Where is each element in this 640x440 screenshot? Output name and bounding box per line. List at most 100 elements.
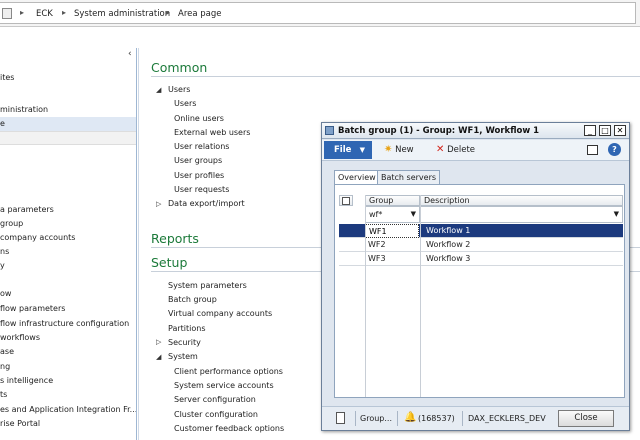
group-system[interactable]: System (168, 352, 198, 361)
collapse-pane-icon[interactable]: ‹ (128, 49, 132, 59)
file-menu-button[interactable]: File ▼ (324, 141, 372, 159)
status-bar: Group... 🔔 (168537) DAX_ECKLERS_DEV Clos… (322, 406, 629, 430)
nav-item[interactable]: ts (0, 388, 136, 402)
expanded-triangle-icon[interactable]: ◢ (156, 86, 161, 94)
table-row[interactable]: WF3 Workflow 3 (339, 252, 623, 266)
new-label: New (395, 145, 414, 155)
tab-batch-servers[interactable]: Batch servers (377, 170, 441, 184)
link-virtual-company-accounts[interactable]: Virtual company accounts (168, 309, 272, 318)
link-user-relations[interactable]: User relations (174, 142, 229, 151)
nav-separator (0, 131, 136, 145)
nav-item[interactable]: y (0, 259, 136, 273)
nav-item[interactable] (0, 273, 136, 287)
nav-item[interactable]: flow infrastructure configuration (0, 317, 136, 331)
dialog-title-bar[interactable]: Batch group (1) - Group: WF1, Workflow 1… (322, 123, 629, 139)
nav-item[interactable]: ites (0, 71, 136, 85)
status-divider (397, 411, 398, 426)
file-label: File (334, 145, 352, 155)
new-button[interactable]: ✷ New (384, 144, 414, 155)
form-icon (325, 126, 334, 135)
table-row[interactable]: WF1 Workflow 1 (339, 224, 623, 238)
group-data-export-import[interactable]: Data export/import (168, 199, 245, 208)
breadcrumb-item[interactable]: ECK (36, 9, 53, 19)
nav-item[interactable]: ase (0, 345, 136, 359)
group-security[interactable]: Security (168, 338, 201, 347)
overview-panel: Group Description wf* ▼ ▼ WF1 Workflow 1… (334, 184, 625, 398)
cell-description[interactable]: Workflow 2 (420, 238, 623, 252)
expanded-triangle-icon[interactable]: ◢ (156, 353, 161, 361)
tab-overview[interactable]: Overview (334, 170, 380, 185)
link-users[interactable]: Users (174, 99, 196, 108)
minimize-icon[interactable]: _ (584, 125, 596, 136)
status-divider (462, 411, 463, 426)
nav-item[interactable]: group (0, 217, 136, 231)
link-client-performance-options[interactable]: Client performance options (174, 367, 283, 376)
close-button[interactable]: Close (558, 410, 614, 427)
table-row[interactable]: WF2 Workflow 2 (339, 238, 623, 252)
cell-description[interactable]: Workflow 1 (420, 224, 623, 238)
nav-item[interactable]: es and Application Integration Fr... (0, 403, 136, 417)
cell-group[interactable]: WF3 (365, 252, 419, 266)
nav-item-selected[interactable]: e (0, 117, 136, 131)
bell-icon[interactable]: 🔔 (404, 412, 416, 423)
nav-item[interactable]: flow parameters (0, 302, 136, 316)
cell-group[interactable]: WF1 (365, 224, 419, 238)
description-filter-field[interactable]: ▼ (420, 206, 623, 223)
new-star-icon: ✷ (384, 144, 393, 155)
help-icon[interactable]: ? (608, 143, 621, 156)
select-all-header (339, 195, 353, 206)
address-bar: ▸ ECK ▸ System administration ▸ Area pag… (0, 0, 640, 27)
nav-item[interactable]: company accounts (0, 231, 136, 245)
breadcrumb-item[interactable]: Area page (178, 9, 222, 19)
group-filter-field[interactable]: wf* ▼ (365, 206, 420, 223)
delete-x-icon: ✕ (436, 144, 445, 155)
collapsed-triangle-icon[interactable]: ▷ (156, 200, 161, 208)
status-group-text[interactable]: Group... (360, 414, 392, 423)
link-system-service-accounts[interactable]: System service accounts (174, 381, 274, 390)
link-online-users[interactable]: Online users (174, 114, 224, 123)
collapsed-triangle-icon[interactable]: ▷ (156, 338, 161, 346)
breadcrumb[interactable]: ▸ ECK ▸ System administration ▸ Area pag… (0, 2, 636, 24)
delete-label: Delete (447, 145, 476, 155)
nav-item[interactable]: ng (0, 360, 136, 374)
breadcrumb-separator-icon: ▸ (20, 8, 25, 17)
nav-item[interactable]: workflows (0, 331, 136, 345)
maximize-icon[interactable]: □ (599, 125, 611, 136)
nav-item[interactable]: s intelligence (0, 374, 136, 388)
chevron-down-icon[interactable]: ▼ (614, 207, 619, 222)
link-external-web-users[interactable]: External web users (174, 128, 250, 137)
link-server-configuration[interactable]: Server configuration (174, 395, 256, 404)
chevron-down-icon: ▼ (359, 146, 365, 154)
section-divider (151, 76, 640, 77)
column-header-description[interactable]: Description (420, 195, 623, 206)
chevron-down-icon[interactable]: ▼ (411, 207, 416, 222)
status-divider (355, 411, 356, 426)
link-system-parameters[interactable]: System parameters (168, 281, 247, 290)
link-batch-group[interactable]: Batch group (168, 295, 217, 304)
link-user-profiles[interactable]: User profiles (174, 171, 224, 180)
home-icon[interactable] (2, 8, 12, 19)
nav-item[interactable]: ministration (0, 103, 136, 117)
link-user-groups[interactable]: User groups (174, 156, 222, 165)
link-partitions[interactable]: Partitions (168, 324, 206, 333)
document-icon[interactable] (336, 412, 345, 424)
select-all-checkbox[interactable] (342, 197, 350, 205)
breadcrumb-item[interactable]: System administration (74, 9, 170, 19)
section-title-common: Common (151, 60, 208, 75)
link-customer-feedback-options[interactable]: Customer feedback options (174, 424, 284, 433)
nav-item[interactable]: ns (0, 245, 136, 259)
breadcrumb-separator-icon: ▸ (166, 8, 171, 17)
link-user-requests[interactable]: User requests (174, 185, 229, 194)
nav-item[interactable]: a parameters (0, 203, 136, 217)
nav-item[interactable]: rise Portal (0, 417, 136, 431)
link-cluster-configuration[interactable]: Cluster configuration (174, 410, 258, 419)
cell-description[interactable]: Workflow 3 (420, 252, 623, 266)
alert-count[interactable]: (168537) (418, 414, 455, 423)
group-users[interactable]: Users (168, 85, 190, 94)
cell-group[interactable]: WF2 (365, 238, 419, 252)
nav-item[interactable]: ow (0, 287, 136, 301)
column-header-group[interactable]: Group (365, 195, 420, 206)
close-icon[interactable]: ✕ (614, 125, 626, 136)
layout-icon[interactable] (587, 145, 598, 155)
delete-button[interactable]: ✕ Delete (436, 144, 475, 155)
